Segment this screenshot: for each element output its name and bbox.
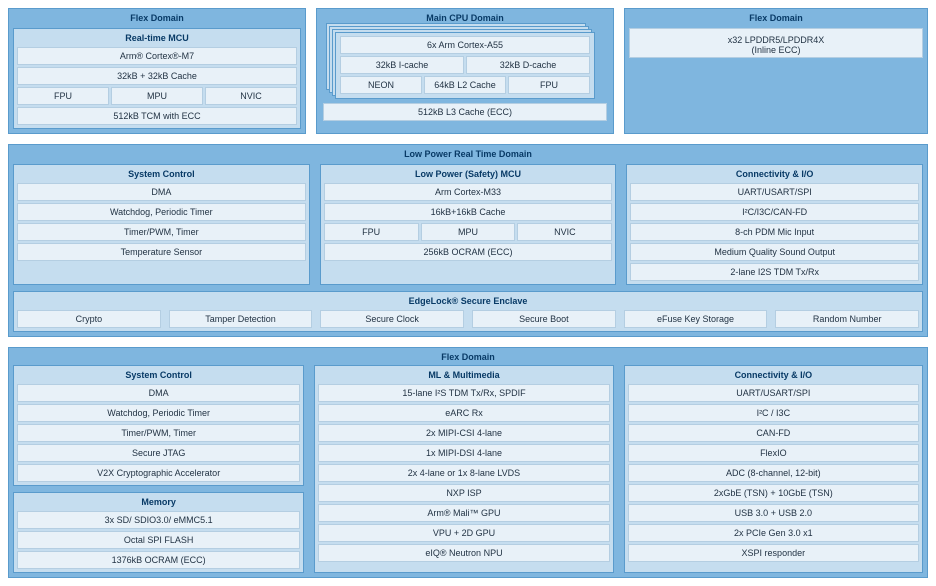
list-item: VPU + 2D GPU (318, 524, 609, 542)
list-item: DMA (17, 384, 300, 402)
list-item: Crypto (17, 310, 161, 328)
cpu-core-stack: 6x Arm Cortex-A55 32kB I-cache 32kB D-ca… (335, 32, 595, 99)
icache: 32kB I-cache (340, 56, 464, 74)
box-title: Real-time MCU (17, 31, 297, 45)
list-item: USB 3.0 + USB 2.0 (628, 504, 919, 522)
flex-bottom-col1: System Control DMA Watchdog, Periodic Ti… (13, 365, 304, 573)
box-title: Connectivity & I/O (628, 368, 919, 382)
fpu: FPU (324, 223, 419, 241)
cpu-core: 6x Arm Cortex-A55 (340, 36, 590, 54)
list-item: NXP ISP (318, 484, 609, 502)
domain-title: Flex Domain (629, 11, 923, 26)
box-title: Memory (17, 495, 300, 509)
lpddr-box: x32 LPDDR5/LPDDR4X (Inline ECC) (629, 28, 923, 58)
domain-title: Flex Domain (13, 11, 301, 26)
list-item: Timer/PWM, Timer (17, 424, 300, 442)
list-item: 1376kB OCRAM (ECC) (17, 551, 300, 569)
box-title: System Control (17, 368, 300, 382)
list-item: 2x 4-lane or 1x 8-lane LVDS (318, 464, 609, 482)
list-item: Secure JTAG (17, 444, 300, 462)
list-item: Secure Clock (320, 310, 464, 328)
l3-cache: 512kB L3 Cache (ECC) (323, 103, 607, 121)
list-item: 2x MIPI-CSI 4-lane (318, 424, 609, 442)
low-power-rt-domain: Low Power Real Time Domain System Contro… (8, 144, 928, 337)
box-title: ML & Multimedia (318, 368, 609, 382)
list-item: UART/USART/SPI (628, 384, 919, 402)
system-control-box: System Control DMA Watchdog, Periodic Ti… (13, 365, 304, 486)
memory-box: Memory 3x SD/ SDIO3.0/ eMMC5.1 Octal SPI… (13, 492, 304, 573)
list-item: UART/USART/SPI (630, 183, 919, 201)
cpu-core: Arm Cortex-M33 (324, 183, 613, 201)
list-item: Arm® Mali™ GPU (318, 504, 609, 522)
lpddr-ecc: (Inline ECC) (634, 45, 918, 55)
list-item: 2xGbE (TSN) + 10GbE (TSN) (628, 484, 919, 502)
box-title: System Control (17, 167, 306, 181)
list-item: Tamper Detection (169, 310, 313, 328)
list-item: XSPI responder (628, 544, 919, 562)
fpu: FPU (508, 76, 590, 94)
list-item: CAN-FD (628, 424, 919, 442)
list-item: 2-lane I2S TDM Tx/Rx (630, 263, 919, 281)
list-item: Temperature Sensor (17, 243, 306, 261)
system-control-box: System Control DMA Watchdog, Periodic Ti… (13, 164, 310, 285)
fpu: FPU (17, 87, 109, 105)
flex-domain-rt-mcu: Flex Domain Real-time MCU Arm® Cortex®-M… (8, 8, 306, 134)
realtime-mcu-box: Real-time MCU Arm® Cortex®-M7 32kB + 32k… (13, 28, 301, 129)
neon: NEON (340, 76, 422, 94)
list-item: 2x PCIe Gen 3.0 x1 (628, 524, 919, 542)
box-title: Low Power (Safety) MCU (324, 167, 613, 181)
tcm: 512kB TCM with ECC (17, 107, 297, 125)
top-row: Flex Domain Real-time MCU Arm® Cortex®-M… (8, 8, 928, 134)
mpu: MPU (111, 87, 203, 105)
list-item: Octal SPI FLASH (17, 531, 300, 549)
ml-multimedia-box: ML & Multimedia 15-lane I²S TDM Tx/Rx, S… (314, 365, 613, 573)
cpu-core: Arm® Cortex®-M7 (17, 47, 297, 65)
mpu: MPU (421, 223, 516, 241)
domain-title: Flex Domain (13, 350, 923, 365)
lpddr-spec: x32 LPDDR5/LPDDR4X (634, 35, 918, 45)
low-power-safety-mcu-box: Low Power (Safety) MCU Arm Cortex-M33 16… (320, 164, 617, 285)
list-item: FlexIO (628, 444, 919, 462)
list-item: Secure Boot (472, 310, 616, 328)
flex-domain-bottom: Flex Domain System Control DMA Watchdog,… (8, 347, 928, 578)
flex-domain-lpddr: Flex Domain x32 LPDDR5/LPDDR4X (Inline E… (624, 8, 928, 134)
nvic: NVIC (517, 223, 612, 241)
dcache: 32kB D-cache (466, 56, 590, 74)
cache: 16kB+16kB Cache (324, 203, 613, 221)
list-item: eARC Rx (318, 404, 609, 422)
list-item: Random Number (775, 310, 919, 328)
connectivity-io-box: Connectivity & I/O UART/USART/SPI I²C / … (624, 365, 923, 573)
cache: 32kB + 32kB Cache (17, 67, 297, 85)
box-title: EdgeLock® Secure Enclave (17, 294, 919, 308)
ocram: 256kB OCRAM (ECC) (324, 243, 613, 261)
list-item: Watchdog, Periodic Timer (17, 203, 306, 221)
list-item: eIQ® Neutron NPU (318, 544, 609, 562)
list-item: 3x SD/ SDIO3.0/ eMMC5.1 (17, 511, 300, 529)
domain-title: Low Power Real Time Domain (13, 147, 923, 162)
list-item: eFuse Key Storage (624, 310, 768, 328)
list-item: Timer/PWM, Timer (17, 223, 306, 241)
nvic: NVIC (205, 87, 297, 105)
l2-cache: 64kB L2 Cache (424, 76, 506, 94)
main-cpu-domain: Main CPU Domain 6x Arm Cortex-A55 32kB I… (316, 8, 614, 134)
edgelock-box: EdgeLock® Secure Enclave Crypto Tamper D… (13, 291, 923, 332)
list-item: Medium Quality Sound Output (630, 243, 919, 261)
list-item: I²C/I3C/CAN-FD (630, 203, 919, 221)
list-item: 8-ch PDM Mic Input (630, 223, 919, 241)
list-item: Watchdog, Periodic Timer (17, 404, 300, 422)
list-item: 1x MIPI-DSI 4-lane (318, 444, 609, 462)
connectivity-io-box: Connectivity & I/O UART/USART/SPI I²C/I3… (626, 164, 923, 285)
list-item: I²C / I3C (628, 404, 919, 422)
box-title: Connectivity & I/O (630, 167, 919, 181)
list-item: DMA (17, 183, 306, 201)
list-item: 15-lane I²S TDM Tx/Rx, SPDIF (318, 384, 609, 402)
list-item: ADC (8-channel, 12-bit) (628, 464, 919, 482)
list-item: V2X Cryptographic Accelerator (17, 464, 300, 482)
